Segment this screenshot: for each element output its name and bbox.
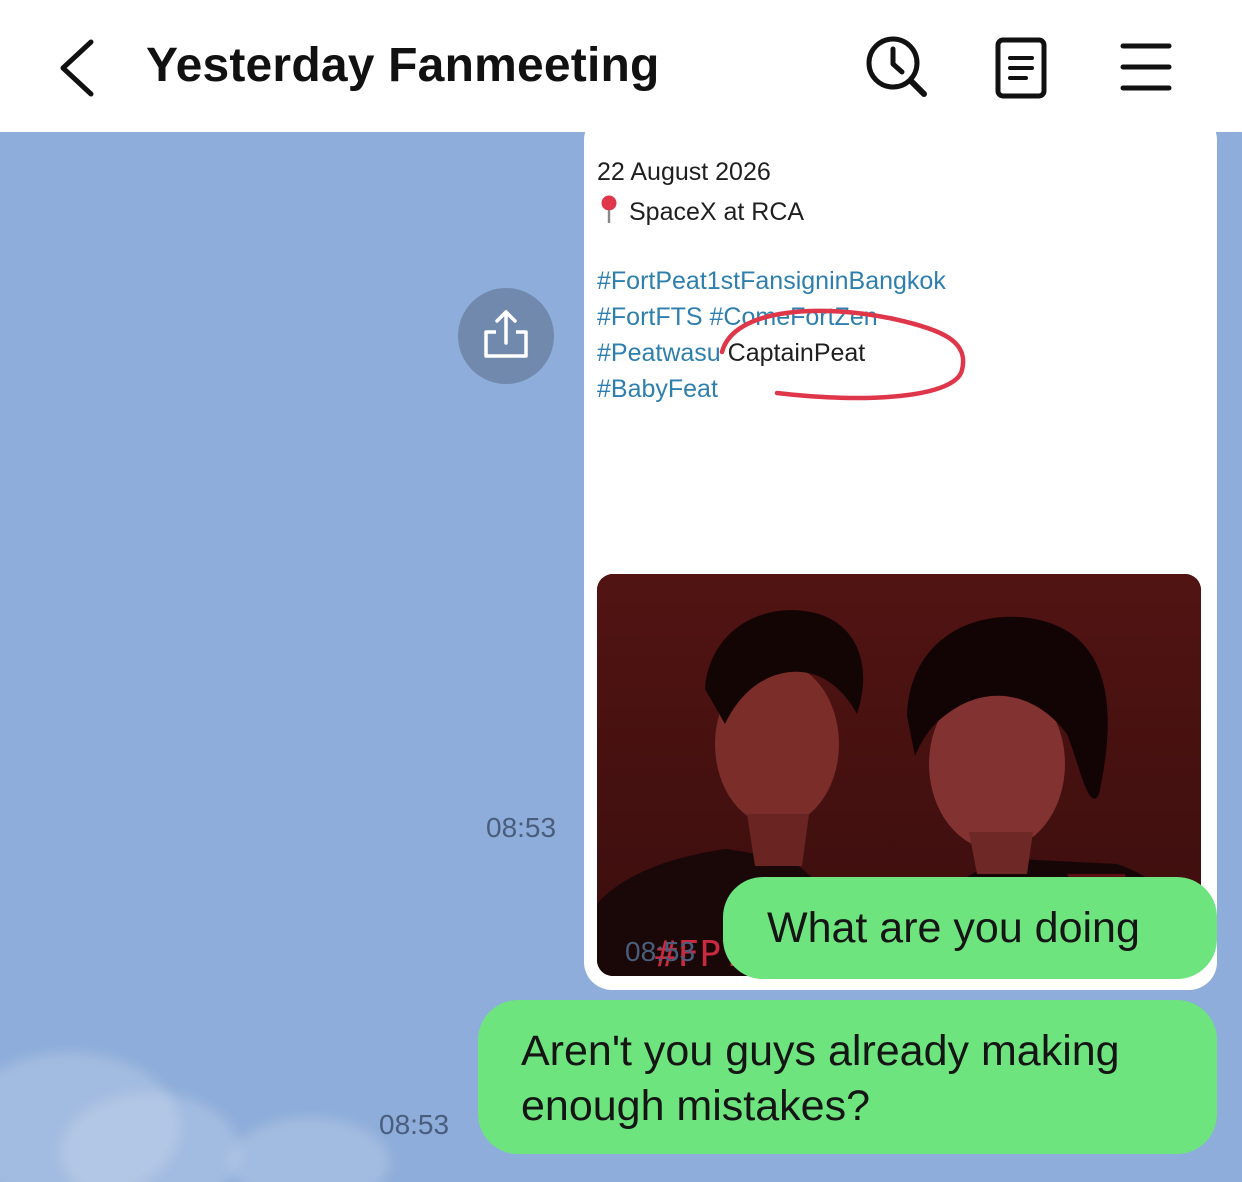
share-icon bbox=[484, 310, 528, 358]
hashtag-line: #FortFTS #ComeFortZen bbox=[597, 303, 878, 331]
hashtag: #Peatwasu bbox=[597, 339, 721, 367]
menu-icon bbox=[1120, 43, 1172, 91]
outgoing-message-bubble[interactable]: Aren't you guys already making enough mi… bbox=[478, 1000, 1217, 1154]
chat-header: Yesterday Fanmeeting bbox=[0, 0, 1242, 132]
circled-word: CaptainPeat bbox=[727, 339, 866, 367]
message-time: 08:53 bbox=[625, 936, 696, 967]
post-location: SpaceX at RCA bbox=[629, 198, 805, 226]
notes-icon bbox=[995, 37, 1047, 99]
chat-title: Yesterday Fanmeeting bbox=[146, 39, 660, 92]
notes-button[interactable] bbox=[988, 34, 1054, 100]
menu-button[interactable] bbox=[1113, 34, 1179, 100]
shared-image-message[interactable]: 22 August 2026 SpaceX at RCA #FortPeat1s… bbox=[584, 132, 1217, 990]
chat-search-button[interactable] bbox=[864, 34, 930, 100]
share-button[interactable] bbox=[458, 288, 554, 384]
message-time: 08:53 bbox=[379, 1109, 450, 1140]
message-text: Aren't you guys already making enough mi… bbox=[521, 1027, 1120, 1130]
back-button[interactable] bbox=[50, 36, 110, 100]
message-text: What are you doing bbox=[767, 904, 1140, 952]
chat-area[interactable]: 22 August 2026 SpaceX at RCA #FortPeat1s… bbox=[0, 132, 1242, 1182]
background-cloud bbox=[230, 1117, 390, 1182]
hashtag-line: #FortPeat1stFansigninBangkok bbox=[597, 267, 946, 295]
pin-icon bbox=[601, 195, 617, 223]
hashtag-line: #BabyFeat bbox=[597, 375, 718, 403]
post-location-line: SpaceX at RCA bbox=[597, 194, 804, 227]
outgoing-message-bubble[interactable]: What are you doing bbox=[723, 877, 1217, 979]
hashtag-line: #Peatwasu CaptainPeat bbox=[597, 339, 865, 368]
message-time: 08:53 bbox=[486, 812, 557, 843]
back-arrow-icon bbox=[60, 39, 94, 97]
post-date: 22 August 2026 bbox=[597, 158, 771, 186]
search-clock-icon bbox=[866, 36, 927, 97]
